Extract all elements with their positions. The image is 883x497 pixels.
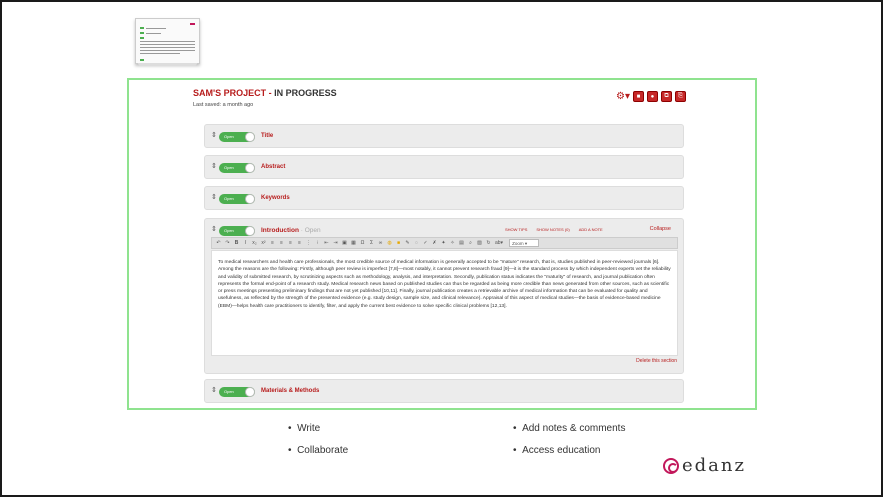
section-name: Keywords	[261, 195, 290, 201]
zoom-select[interactable]: Zoom ▾	[509, 239, 540, 247]
table-icon[interactable]: ▦	[351, 240, 356, 246]
section-name: Materials & Methods	[261, 388, 320, 394]
section-toggle[interactable]: Open	[219, 226, 255, 236]
superscript-icon[interactable]: x²	[261, 240, 266, 246]
format-icon[interactable]: ◌	[414, 240, 419, 246]
drag-handle-icon[interactable]: ⇕	[211, 225, 217, 233]
redo-icon[interactable]: ↷	[225, 240, 230, 246]
top-toolbar: ⚙▾ ■ ● ⧉ ⎘	[616, 91, 686, 102]
section-name: Abstract	[261, 164, 286, 170]
export-icon[interactable]: ⎘	[674, 91, 686, 102]
undo-icon[interactable]: ↶	[216, 240, 221, 246]
section-keywords[interactable]: ⇕ Open Keywords	[204, 186, 684, 210]
drag-handle-icon[interactable]: ⇕	[211, 131, 217, 139]
track-icon[interactable]: ✦	[441, 240, 446, 246]
collapse-link[interactable]: Collapse	[650, 226, 671, 232]
bullet-list-icon[interactable]: ⁝	[315, 240, 320, 246]
section-introduction: ⇕ Open Introduction · Open SHOW TIPS SHO…	[204, 218, 684, 374]
drag-handle-icon[interactable]: ⇕	[211, 162, 217, 170]
align-center-icon[interactable]: ≡	[279, 240, 284, 246]
section-toggle[interactable]: Open	[219, 194, 255, 204]
search-icon[interactable]: ⌕	[468, 240, 473, 246]
document-icon[interactable]: ▤	[459, 240, 464, 246]
subscript-icon[interactable]: x₂	[252, 240, 257, 246]
project-title: SAM'S PROJECT - IN PROGRESS	[193, 88, 337, 98]
show-tips-link[interactable]: SHOW TIPS	[505, 227, 527, 232]
outdent-icon[interactable]: ⇤	[324, 240, 329, 246]
save-icon[interactable]: ■	[632, 91, 644, 102]
section-materials-methods[interactable]: ⇕ Open Materials & Methods	[204, 379, 684, 403]
comment-icon[interactable]: ◍	[387, 240, 392, 246]
indent-icon[interactable]: ⇥	[333, 240, 338, 246]
formatting-toolbar: ↶ ↷ B I x₂ x² ≡ ≡ ≡ ≡ ⋮ ⁝ ⇤ ⇥ ▣ ▦ Ω Σ ∞ …	[211, 237, 678, 249]
refresh-icon[interactable]: ↻	[486, 240, 491, 246]
drag-handle-icon[interactable]: ⇕	[211, 386, 217, 394]
section-toggle[interactable]: Open	[219, 132, 255, 142]
align-right-icon[interactable]: ≡	[288, 240, 293, 246]
bullet-list-right: • Add notes & comments • Access educatio…	[513, 422, 625, 466]
show-notes-link[interactable]: SHOW NOTES (0)	[536, 227, 569, 232]
logo-mark-icon	[663, 457, 679, 474]
page-thumbnail	[135, 18, 200, 66]
track-all-icon[interactable]: ✧	[450, 240, 455, 246]
bold-icon[interactable]: B	[234, 240, 239, 246]
align-left-icon[interactable]: ≡	[270, 240, 275, 246]
image-icon[interactable]: ▣	[342, 240, 347, 246]
note-icon[interactable]: ■	[396, 240, 401, 246]
section-title[interactable]: ⇕ Open Title	[204, 124, 684, 148]
section-toggle[interactable]: Open	[219, 387, 255, 397]
section-name: Title	[261, 133, 274, 139]
section-abstract[interactable]: ⇕ Open Abstract	[204, 155, 684, 179]
section-links: SHOW TIPS SHOW NOTES (0) ADD A NOTE	[505, 227, 603, 232]
settings-gear-icon[interactable]: ⚙▾	[616, 91, 630, 102]
check-icon[interactable]: ✓	[423, 240, 428, 246]
numbered-list-icon[interactable]: ⋮	[306, 240, 311, 246]
bullet-item: • Collaborate	[288, 445, 349, 456]
last-saved: Last saved: a month ago	[193, 102, 254, 108]
reject-icon[interactable]: ✗	[432, 240, 437, 246]
project-status: IN PROGRESS	[274, 88, 337, 98]
edit-icon[interactable]: ✎	[405, 240, 410, 246]
bullet-item: • Write	[288, 423, 321, 434]
bullet-item: • Add notes & comments	[513, 423, 626, 434]
justify-icon[interactable]: ≡	[297, 240, 302, 246]
section-editor[interactable]: To medical researchers and health care p…	[211, 250, 678, 356]
link-icon[interactable]: ∞	[378, 240, 383, 246]
bullet-list-left: • Write • Collaborate	[288, 422, 348, 466]
special-char-icon[interactable]: Ω	[360, 240, 365, 246]
view-icon[interactable]: ●	[646, 91, 658, 102]
sum-icon[interactable]: Σ	[369, 240, 374, 246]
edanz-logo: edanz	[663, 455, 746, 476]
drag-handle-icon[interactable]: ⇕	[211, 193, 217, 201]
section-toggle[interactable]: Open	[219, 163, 255, 173]
delete-section-link[interactable]: Delete this section	[636, 358, 677, 364]
spellcheck-icon[interactable]: ab▾	[495, 240, 503, 246]
editor-window: SAM'S PROJECT - IN PROGRESS Last saved: …	[127, 78, 757, 410]
italic-icon[interactable]: I	[243, 240, 248, 246]
share-icon[interactable]: ⧉	[660, 91, 672, 102]
section-name: Introduction · Open	[261, 227, 321, 234]
bullet-item: • Access education	[513, 445, 601, 456]
add-note-link[interactable]: ADD A NOTE	[579, 227, 603, 232]
paste-icon[interactable]: ▧	[477, 240, 482, 246]
